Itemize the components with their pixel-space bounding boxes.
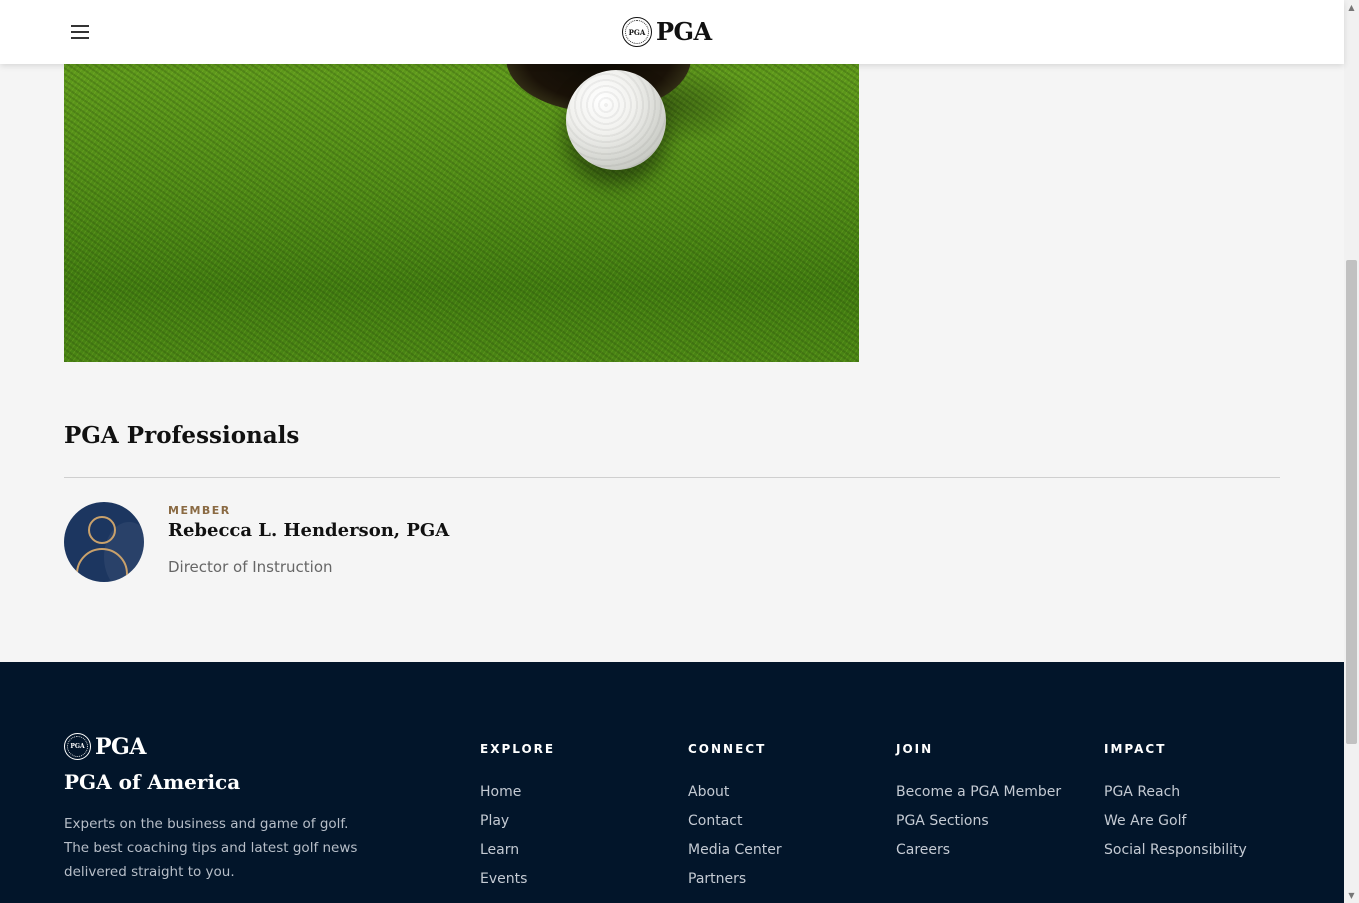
footer-link-become-member[interactable]: Become a PGA Member [896,783,1061,812]
pga-logo[interactable]: PGA PGA [622,16,712,48]
hamburger-menu-icon[interactable] [64,20,96,44]
professional-name[interactable]: Rebecca L. Henderson, PGA [168,520,449,541]
logo-wordmark: PGA [95,733,146,760]
footer-link-about[interactable]: About [688,783,782,812]
pga-seal-icon: PGA [64,733,91,760]
footer-heading: IMPACT [1104,742,1167,756]
footer-logo[interactable]: PGA PGA [64,733,146,760]
footer-link-learn[interactable]: Learn [480,841,555,870]
scroll-thumb[interactable] [1346,260,1357,744]
footer-link-we-are-golf[interactable]: We Are Golf [1104,812,1247,841]
footer-link-contact[interactable]: Contact [688,812,782,841]
footer-link-careers[interactable]: Careers [896,841,1061,870]
hero-image [64,64,859,362]
footer-link-social-responsibility[interactable]: Social Responsibility [1104,841,1247,870]
golf-ball [566,70,666,170]
scroll-up-arrow-icon[interactable]: ▲ [1344,0,1359,15]
site-header: PGA PGA [0,0,1344,64]
footer-link-play[interactable]: Play [480,812,555,841]
footer-link-pga-sections[interactable]: PGA Sections [896,812,1061,841]
footer-column-connect: CONNECT About Contact Media Center Partn… [688,742,782,899]
divider [64,477,1280,478]
footer-heading: JOIN [896,742,934,756]
page-scrollbar[interactable]: ▲ ▼ [1344,0,1359,903]
footer-heading: CONNECT [688,742,767,756]
footer-column-join: JOIN Become a PGA Member PGA Sections Ca… [896,742,1061,870]
footer-link-partners[interactable]: Partners [688,870,782,899]
footer-org-name: PGA of America [64,770,241,794]
footer-link-events[interactable]: Events [480,870,555,899]
section-title: PGA Professionals [64,422,300,449]
professional-role: Director of Instruction [168,558,333,576]
footer-link-pga-reach[interactable]: PGA Reach [1104,783,1247,812]
footer-column-impact: IMPACT PGA Reach We Are Golf Social Resp… [1104,742,1247,870]
footer-column-explore: EXPLORE Home Play Learn Events [480,742,555,899]
footer-heading: EXPLORE [480,742,556,756]
footer-link-home[interactable]: Home [480,783,555,812]
avatar[interactable] [64,502,144,582]
pga-seal-icon: PGA [622,17,652,47]
scroll-down-arrow-icon[interactable]: ▼ [1344,888,1359,903]
site-footer: PGA PGA PGA of America Experts on the bu… [0,662,1344,903]
footer-description: Experts on the business and game of golf… [64,816,358,880]
user-icon [88,516,116,544]
footer-link-media-center[interactable]: Media Center [688,841,782,870]
logo-wordmark: PGA [656,17,712,46]
member-badge: MEMBER [168,504,231,517]
